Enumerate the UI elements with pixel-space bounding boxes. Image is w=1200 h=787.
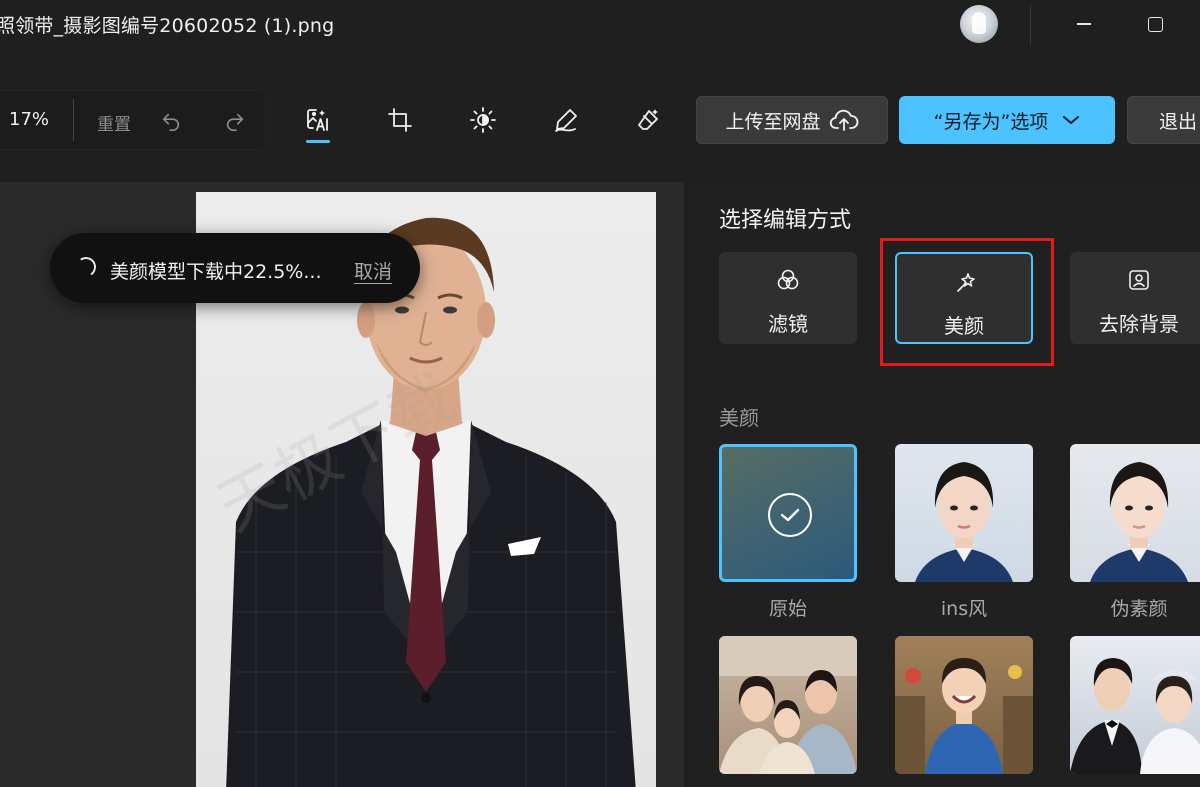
effect-original-thumb[interactable] <box>719 444 857 582</box>
reset-button[interactable]: 重置 <box>97 110 131 135</box>
adjust-tool[interactable] <box>465 102 501 138</box>
user-avatar[interactable] <box>960 5 998 43</box>
child-photo-thumbnail <box>895 636 1033 774</box>
maximize-button[interactable] <box>1133 6 1177 42</box>
effect-child-thumb[interactable] <box>895 636 1033 774</box>
effect-ins-label: ins风 <box>940 598 988 620</box>
erase-tool[interactable] <box>630 102 666 138</box>
crop-icon <box>388 108 412 132</box>
filter-icon <box>774 266 802 294</box>
exit-label: 退出 <box>1159 111 1198 133</box>
zoom-divider <box>73 99 74 141</box>
minimize-icon <box>1077 23 1091 25</box>
edit-panel: 选择编辑方式 滤镜 美颜 去除背景 美颜 原始 ins风 伪素颜 <box>684 182 1200 787</box>
cloud-upload-icon <box>829 109 858 131</box>
undo-icon <box>162 113 180 131</box>
effect-natural-thumb[interactable] <box>1070 444 1200 582</box>
mode-remove-background-button[interactable]: 去除背景 <box>1070 252 1200 344</box>
maximize-icon <box>1147 16 1163 32</box>
chevron-down-icon <box>1063 116 1080 124</box>
remove-background-icon <box>1125 266 1153 294</box>
checkmark-icon <box>768 493 812 537</box>
minimize-button[interactable] <box>1062 6 1106 42</box>
zoom-level[interactable]: 17% <box>9 109 49 130</box>
undo-button[interactable] <box>155 105 187 137</box>
upload-label: 上传至网盘 <box>725 110 821 133</box>
mode-filter-label: 滤镜 <box>768 312 808 336</box>
title-divider <box>1030 5 1031 45</box>
save-as-label: “另存为”选项 <box>933 110 1049 133</box>
ai-edit-tool[interactable] <box>300 102 336 138</box>
crop-tool[interactable] <box>382 102 418 138</box>
effect-ins-thumb[interactable] <box>895 444 1033 582</box>
brightness-icon <box>470 107 496 133</box>
effect-original-label: 原始 <box>768 598 807 620</box>
active-tool-indicator <box>306 140 330 143</box>
mode-filter-button[interactable]: 滤镜 <box>719 252 857 344</box>
save-as-button[interactable]: “另存为”选项 <box>899 96 1115 144</box>
pen-icon <box>555 109 577 132</box>
window-title: 照领带_摄影图编号20602052 (1).png <box>0 15 335 37</box>
markup-tool[interactable] <box>548 102 584 138</box>
exit-button[interactable]: 退出 <box>1127 96 1200 144</box>
effect-family-thumb[interactable] <box>719 636 857 774</box>
effect-natural-label: 伪素颜 <box>1110 598 1168 620</box>
family-photo-thumbnail <box>719 636 857 774</box>
portrait-thumbnail <box>1070 444 1200 582</box>
eraser-icon <box>638 109 658 130</box>
wedding-photo-thumbnail <box>1070 636 1200 774</box>
annotation-highlight-box <box>880 238 1054 366</box>
section-label: 美颜 <box>719 406 759 430</box>
toast-message: 美颜模型下载中22.5%... <box>110 261 322 283</box>
title-bar: 照领带_摄影图编号20602052 (1).png <box>0 0 1200 50</box>
redo-icon <box>226 113 244 131</box>
ai-image-icon <box>307 109 328 131</box>
zoom-group: 17% 重置 <box>0 90 266 150</box>
upload-to-cloud-button[interactable]: 上传至网盘 <box>696 96 888 144</box>
loading-spinner-icon <box>74 255 98 279</box>
redo-button[interactable] <box>219 105 251 137</box>
mode-remove-background-label: 去除背景 <box>1099 312 1179 336</box>
effect-wedding-thumb[interactable] <box>1070 636 1200 774</box>
portrait-thumbnail <box>895 444 1033 582</box>
panel-title: 选择编辑方式 <box>719 208 852 233</box>
cancel-download-link[interactable]: 取消 <box>354 257 392 284</box>
download-progress-toast: 美颜模型下载中22.5%... 取消 <box>50 233 420 303</box>
